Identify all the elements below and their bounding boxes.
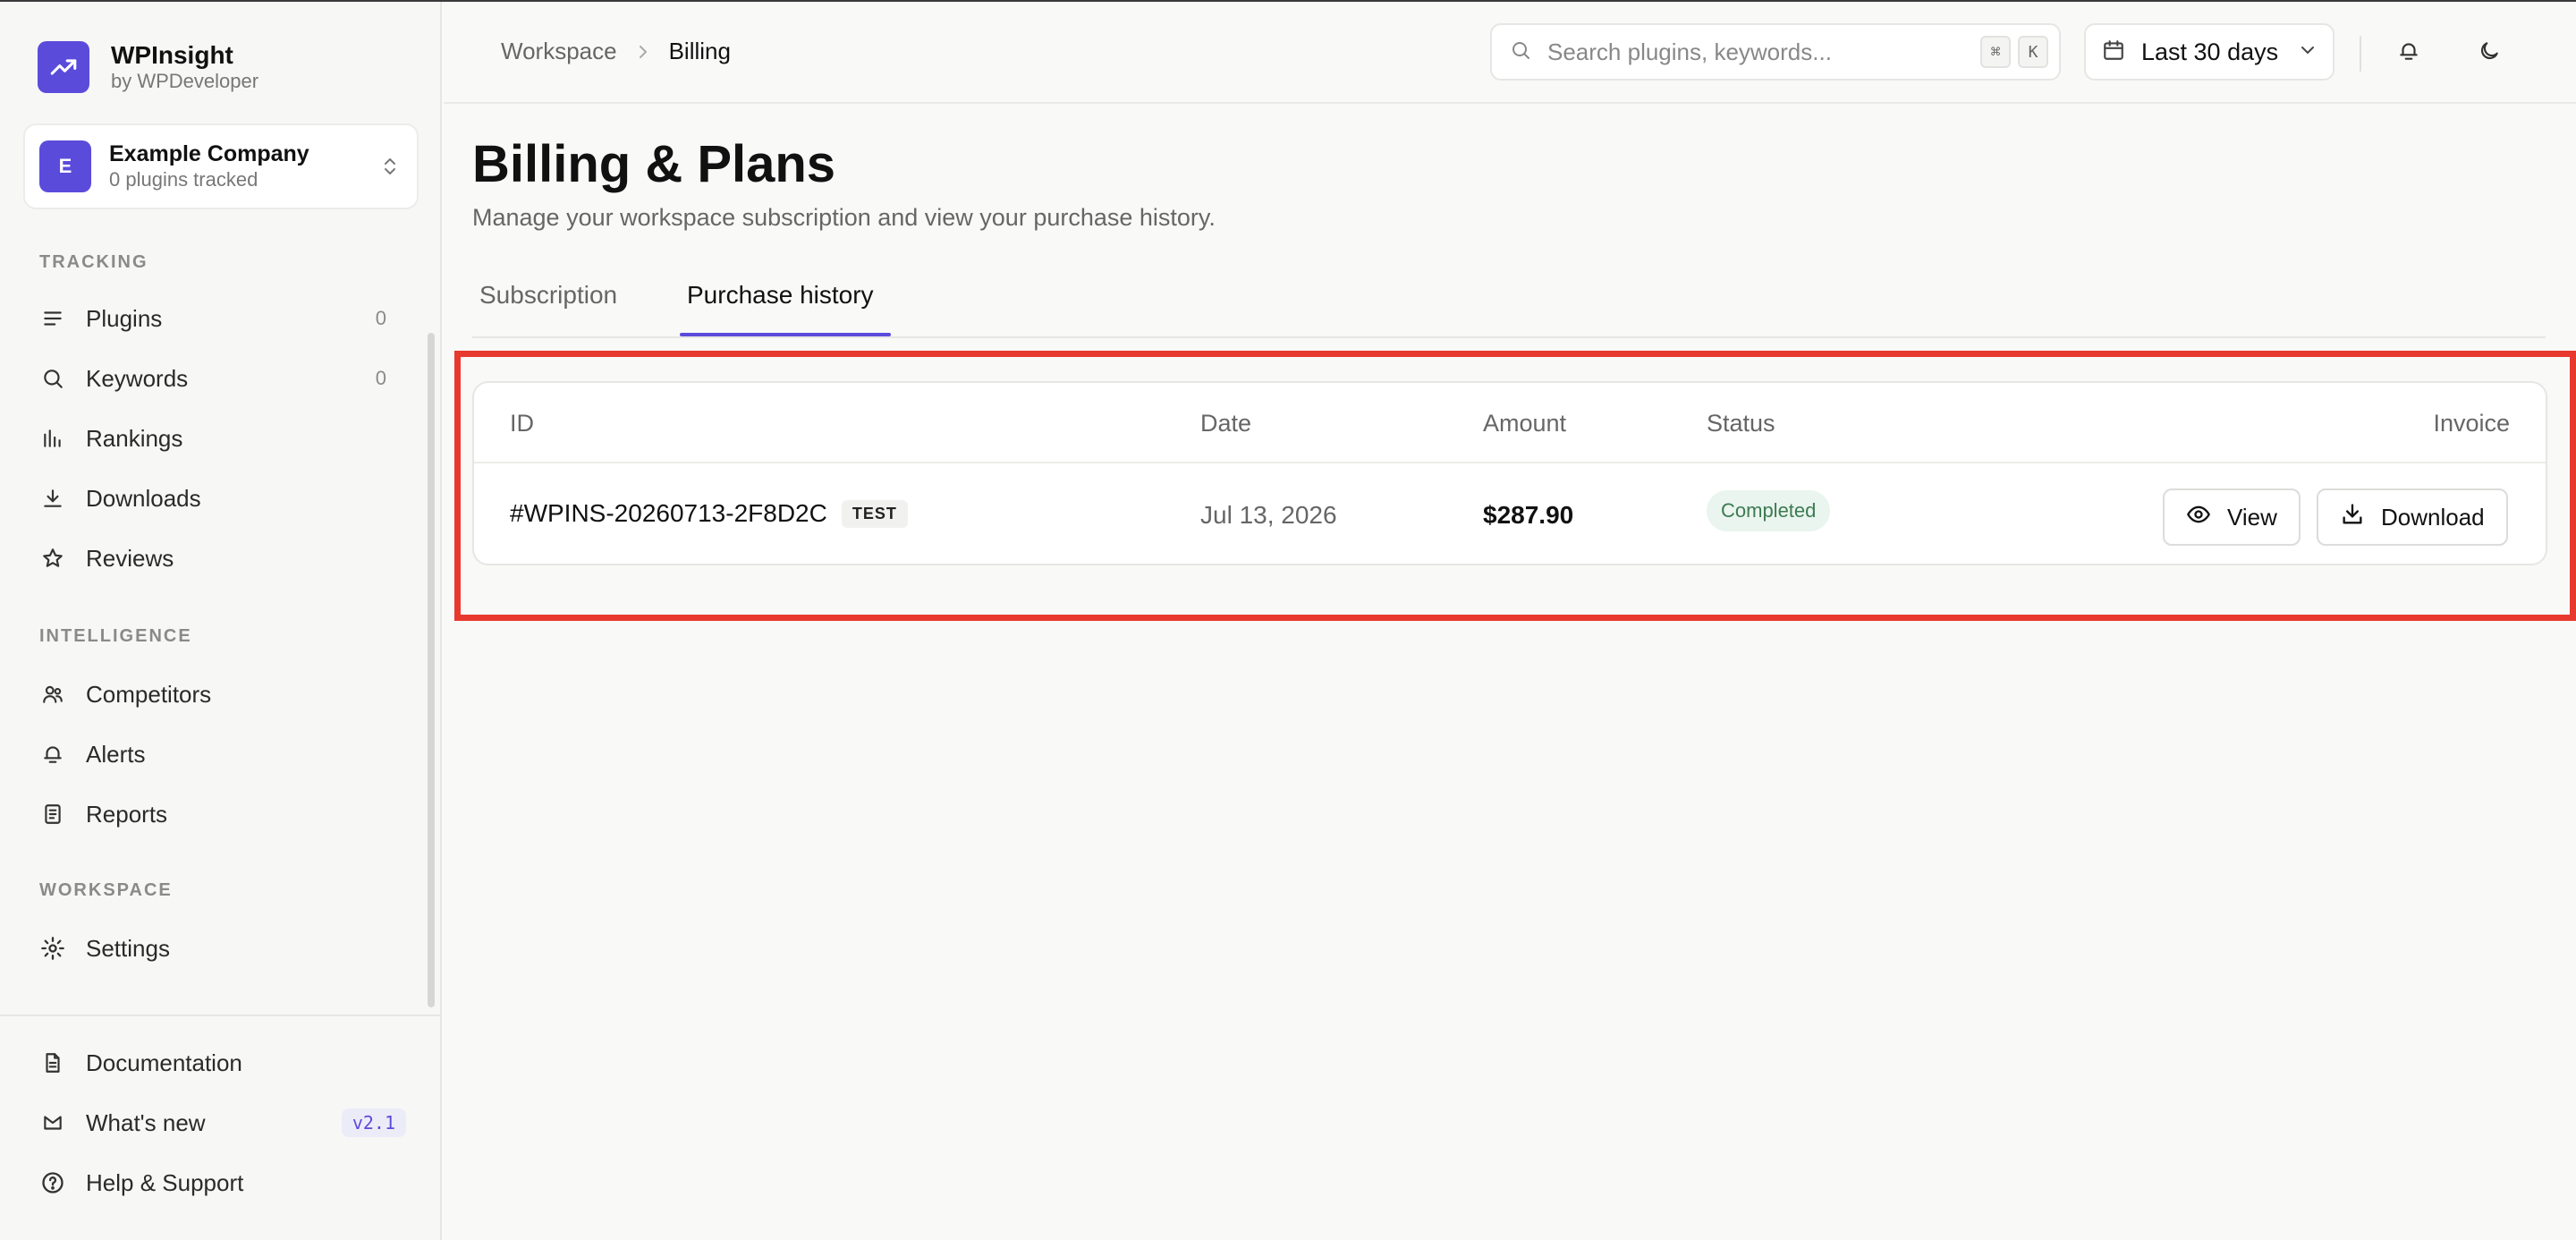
- bell-icon: [39, 741, 66, 768]
- star-icon: [39, 545, 66, 572]
- sidebar-item-label: Plugins: [86, 304, 163, 332]
- breadcrumb: Workspace Billing: [501, 38, 731, 65]
- brand-name: WPInsight: [111, 41, 233, 69]
- search-input[interactable]: Search plugins, keywords... ⌘ K: [1490, 23, 2061, 81]
- search-icon: [1510, 39, 1531, 65]
- sidebar-item-label: What's new: [86, 1108, 206, 1136]
- sidebar-item-label: Rankings: [86, 424, 183, 452]
- download-icon: [2340, 502, 2365, 533]
- sidebar-item-count: 0: [375, 367, 386, 389]
- view-invoice-button[interactable]: View: [2163, 488, 2301, 546]
- purchase-date: Jul 13, 2026: [1200, 501, 1337, 529]
- sidebar-item-label: Alerts: [86, 740, 146, 768]
- tab-subscription[interactable]: Subscription: [479, 281, 617, 310]
- section-label-tracking: TRACKING: [39, 252, 148, 272]
- sidebar-item-keywords[interactable]: Keywords 0: [23, 353, 402, 403]
- brand-sub: by WPDeveloper: [111, 70, 259, 92]
- brand[interactable]: WPInsight by WPDeveloper: [38, 41, 258, 93]
- column-header-status: Status: [1707, 410, 1775, 437]
- test-badge: TEST: [841, 499, 908, 528]
- chevron-down-icon: [2299, 41, 2317, 64]
- company-name: Example Company: [109, 141, 309, 166]
- column-header-invoice: Invoice: [2433, 410, 2510, 437]
- gear-icon: [39, 935, 66, 962]
- date-range-label: Last 30 days: [2141, 38, 2279, 65]
- sidebar-item-alerts[interactable]: Alerts: [23, 729, 402, 779]
- file-icon: [39, 1049, 66, 1076]
- moon-icon: [2478, 39, 2501, 67]
- tab-bar: Subscription Purchase history: [472, 268, 2546, 338]
- notifications-button[interactable]: [2388, 32, 2429, 73]
- version-badge: v2.1: [341, 1108, 406, 1137]
- sidebar-item-label: Reviews: [86, 544, 174, 572]
- sidebar-item-label: Competitors: [86, 680, 212, 708]
- company-avatar: E: [39, 140, 91, 192]
- sidebar-item-label: Documentation: [86, 1049, 242, 1076]
- view-label: View: [2227, 503, 2277, 531]
- section-label-intelligence: INTELLIGENCE: [39, 626, 192, 646]
- lines-icon: [39, 305, 66, 332]
- table-header: ID Date Amount Status Invoice: [474, 383, 2546, 463]
- sidebar-item-downloads[interactable]: Downloads: [23, 473, 402, 523]
- header-divider: [2360, 36, 2361, 72]
- top-header: Workspace Billing Search plugins, keywor…: [444, 2, 2576, 104]
- page-subtitle: Manage your workspace subscription and v…: [472, 204, 1216, 231]
- sidebar-item-label: Keywords: [86, 364, 189, 392]
- kbd-k: K: [2018, 36, 2048, 68]
- sidebar-item-settings[interactable]: Settings: [23, 923, 402, 973]
- chevron-up-down-icon: [372, 156, 408, 177]
- sidebar-divider: [0, 1015, 440, 1016]
- column-header-amount: Amount: [1483, 410, 1567, 437]
- megaphone-icon: [39, 1109, 66, 1136]
- purchase-history-table: ID Date Amount Status Invoice #WPINS-202…: [472, 381, 2547, 565]
- sidebar-item-label: Downloads: [86, 484, 201, 512]
- tab-purchase-history[interactable]: Purchase history: [687, 281, 874, 310]
- date-range-select[interactable]: Last 30 days: [2084, 23, 2334, 81]
- purchase-id: #WPINS-20260713-2F8D2C: [510, 499, 827, 527]
- download-icon: [39, 485, 66, 512]
- section-label-workspace: WORKSPACE: [39, 880, 173, 900]
- status-badge: Completed: [1707, 490, 1831, 531]
- bell-icon: [2397, 39, 2420, 67]
- sidebar-item-reviews[interactable]: Reviews: [23, 533, 402, 583]
- bar-chart-icon: [39, 425, 66, 452]
- search-placeholder: Search plugins, keywords...: [1547, 38, 1832, 65]
- calendar-icon: [2102, 38, 2125, 66]
- breadcrumb-billing: Billing: [668, 38, 731, 64]
- sidebar-item-reports[interactable]: Reports: [23, 789, 402, 839]
- sidebar-item-label: Settings: [86, 934, 170, 962]
- kbd-command: ⌘: [1980, 36, 2011, 68]
- sidebar-item-help-support[interactable]: Help & Support: [23, 1158, 402, 1208]
- sidebar-item-rankings[interactable]: Rankings: [23, 413, 402, 463]
- table-row: #WPINS-20260713-2F8D2C TEST Jul 13, 2026…: [474, 465, 2546, 564]
- trend-up-icon: [38, 41, 89, 93]
- sidebar: WPInsight by WPDeveloper E Example Compa…: [0, 2, 442, 1240]
- theme-toggle-button[interactable]: [2469, 32, 2510, 73]
- sidebar-item-competitors[interactable]: Competitors: [23, 669, 402, 719]
- purchase-id-cell: #WPINS-20260713-2F8D2C TEST: [510, 499, 908, 528]
- company-sub: 0 plugins tracked: [109, 168, 258, 191]
- search-icon: [39, 365, 66, 392]
- sidebar-item-documentation[interactable]: Documentation: [23, 1038, 402, 1088]
- column-header-date: Date: [1200, 410, 1252, 437]
- download-label: Download: [2381, 503, 2485, 531]
- company-switcher[interactable]: E Example Company 0 plugins tracked: [23, 123, 419, 209]
- sidebar-item-plugins[interactable]: Plugins 0: [23, 293, 402, 344]
- download-invoice-button[interactable]: Download: [2317, 488, 2508, 546]
- document-icon: [39, 801, 66, 828]
- sidebar-item-count: 0: [375, 307, 386, 329]
- purchase-amount: $287.90: [1483, 501, 1574, 529]
- sidebar-scrollbar[interactable]: [428, 333, 435, 1007]
- breadcrumb-workspace[interactable]: Workspace: [501, 38, 617, 65]
- column-header-id: ID: [510, 410, 534, 437]
- sidebar-item-label: Help & Support: [86, 1168, 244, 1196]
- page-title: Billing & Plans: [472, 135, 836, 193]
- users-icon: [39, 681, 66, 708]
- sidebar-item-whats-new[interactable]: What's new v2.1: [23, 1098, 406, 1148]
- active-tab-indicator: [680, 333, 891, 336]
- help-icon: [39, 1169, 66, 1196]
- chevron-right-icon: [637, 43, 649, 61]
- eye-icon: [2186, 502, 2211, 533]
- sidebar-item-label: Reports: [86, 800, 168, 828]
